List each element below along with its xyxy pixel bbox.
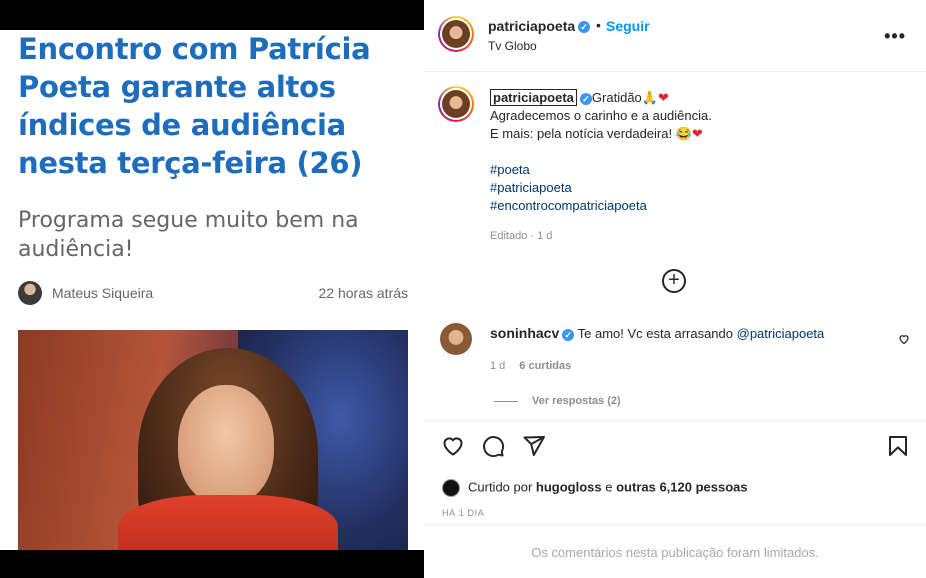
replies-label[interactable]: Ver respostas (2) — [532, 395, 621, 407]
caption-avatar[interactable] — [438, 86, 474, 122]
top-black-bar — [0, 0, 424, 30]
comment-age: 1 d — [490, 360, 506, 372]
caption-username[interactable]: patriciapoeta — [490, 89, 577, 106]
photo-face — [178, 385, 274, 505]
caption-blank — [490, 143, 890, 161]
profile-avatar[interactable] — [438, 16, 474, 52]
liked-prefix: Curtido por — [468, 479, 536, 495]
red-heart-emoji: ❤ — [657, 90, 669, 105]
commenter-avatar[interactable] — [440, 323, 472, 355]
bookmark-icon[interactable] — [886, 434, 910, 458]
article-subhead: Programa segue muito bem na audiência! — [18, 206, 418, 264]
divider — [424, 420, 926, 421]
liker-username[interactable]: hugogloss — [536, 479, 602, 494]
replies-divider — [494, 400, 518, 402]
caption-line-3: E mais: pela notícia verdadeira! 😂❤ — [490, 125, 890, 143]
photo-shirt — [118, 495, 338, 550]
comment-likes[interactable]: 6 curtidas — [519, 360, 571, 372]
heart-icon[interactable] — [441, 434, 465, 458]
caption-text-2: Agradecemos o carinho e a audiência. — [490, 108, 712, 123]
bottom-black-bar — [0, 550, 424, 578]
header-username[interactable]: patriciapoeta ✓ — [488, 18, 591, 36]
post-header: patriciapoeta ✓ • Seguir Tv Globo ••• — [424, 0, 926, 72]
liker-avatar[interactable] — [442, 479, 460, 497]
comment: soninhacv ✓ Te amo! Vc esta arrasando @pa… — [490, 325, 890, 341]
more-options-icon[interactable]: ••• — [884, 26, 906, 47]
comment-meta: 1 d 6 curtidas — [490, 360, 571, 372]
post-time[interactable]: HÁ 1 DIA — [442, 508, 484, 518]
subhead-line: Programa segue muito bem na — [18, 208, 359, 233]
headline-line: Encontro com Patrícia — [18, 32, 371, 66]
liked-others[interactable]: outras 6,120 pessoas — [616, 479, 748, 494]
liked-middle: e — [601, 479, 617, 495]
author-avatar — [18, 281, 42, 305]
headline-line: Poeta garante altos — [18, 70, 336, 104]
article-time: 22 horas atrás — [318, 285, 409, 301]
headline-line: índices de audiência — [18, 108, 346, 142]
separator-dot: • — [596, 17, 601, 33]
comments-limited-notice: Os comentários nesta publicação foram li… — [531, 545, 819, 560]
username-text[interactable]: patriciapoeta — [488, 18, 575, 34]
hashtag-link[interactable]: #encontrocompatriciapoeta — [490, 197, 890, 215]
avatar-image — [442, 90, 470, 118]
verified-icon: ✓ — [578, 20, 591, 33]
verified-icon: ✓ — [579, 92, 592, 105]
instagram-post-panel: patriciapoeta ✓ • Seguir Tv Globo ••• pat… — [424, 0, 926, 578]
header-subtitle[interactable]: Tv Globo — [488, 39, 537, 53]
caption-text-1: Gratidão🙏 — [591, 90, 658, 105]
comment-mention[interactable]: @patriciapoeta — [737, 326, 825, 341]
subhead-line: audiência! — [18, 237, 134, 262]
follow-button[interactable]: Seguir — [606, 18, 650, 34]
edited-label: Editado · 1 d — [490, 230, 553, 242]
hashtag-link[interactable]: #poeta — [490, 161, 890, 179]
post-caption: patriciapoeta ✓ Gratidão🙏❤ Agradecemos o c… — [490, 89, 890, 215]
caption-text-3: E mais: pela notícia verdadeira! 😂 — [490, 126, 692, 141]
divider — [424, 524, 926, 525]
commenter-username[interactable]: soninhacv — [490, 325, 559, 341]
avatar-image — [442, 20, 470, 48]
plus-circle-icon[interactable]: + — [662, 269, 686, 293]
share-icon[interactable] — [522, 434, 546, 458]
view-replies-button[interactable]: Ver respostas (2) — [494, 395, 621, 407]
headline-line: nesta terça-feira (26) — [18, 146, 363, 180]
comment-like-icon[interactable] — [898, 333, 910, 345]
comment-icon[interactable] — [481, 434, 505, 458]
author-name[interactable]: Mateus Siqueira — [52, 285, 153, 301]
caption-first-line: patriciapoeta ✓ Gratidão🙏❤ — [490, 89, 890, 107]
red-heart-emoji: ❤ — [691, 126, 703, 141]
comment-text: Te amo! Vc esta arrasando — [577, 326, 737, 341]
hashtag-link[interactable]: #patriciapoeta — [490, 179, 890, 197]
verified-icon: ✓ — [562, 328, 575, 341]
liked-by: Curtido por hugogloss e outras 6,120 pes… — [442, 479, 748, 497]
article-headline: Encontro com Patrícia Poeta garante alto… — [18, 30, 418, 182]
article-photo — [18, 330, 408, 550]
news-article: Encontro com Patrícia Poeta garante alto… — [0, 30, 424, 550]
